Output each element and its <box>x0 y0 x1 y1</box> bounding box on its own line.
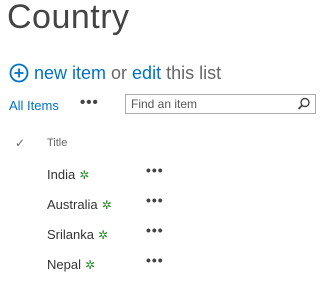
search-icon[interactable] <box>297 97 311 111</box>
new-item-badge-icon: ✲ <box>84 258 96 272</box>
item-title-link[interactable]: India <box>47 166 75 184</box>
item-title-link[interactable]: Nepal <box>47 256 81 274</box>
page-title: Country <box>7 0 130 36</box>
new-item-badge-icon: ✲ <box>97 228 109 242</box>
item-title-link[interactable]: Australia <box>47 196 98 214</box>
list-item[interactable]: Australia ✲ ••• <box>0 192 330 216</box>
or-text: or <box>111 62 128 83</box>
search-box <box>125 94 316 114</box>
view-all-items[interactable]: All Items <box>9 98 59 113</box>
list-page: Country new item or edit this list All I… <box>0 0 330 303</box>
new-item-link[interactable]: new item <box>34 63 106 84</box>
column-header-title[interactable]: Title <box>47 137 67 149</box>
this-list-text: this list <box>166 62 222 83</box>
select-all-checkmark-icon[interactable]: ✓ <box>15 136 25 150</box>
item-menu-ellipsis[interactable]: ••• <box>146 222 164 238</box>
search-input[interactable] <box>126 97 291 111</box>
item-menu-ellipsis[interactable]: ••• <box>146 162 164 178</box>
edit-list-link[interactable]: edit <box>132 63 161 84</box>
add-item-bar: new item or edit this list <box>9 60 221 86</box>
item-menu-ellipsis[interactable]: ••• <box>146 252 164 268</box>
list-item[interactable]: India ✲ ••• <box>0 162 330 186</box>
view-more-ellipsis[interactable]: ••• <box>80 94 99 111</box>
item-title-link[interactable]: Srilanka <box>47 226 94 244</box>
list-header: ✓ Title <box>0 136 330 152</box>
item-menu-ellipsis[interactable]: ••• <box>146 192 164 208</box>
new-item-badge-icon: ✲ <box>101 198 112 212</box>
list-item[interactable]: Nepal ✲ ••• <box>0 252 330 276</box>
new-item-badge-icon: ✲ <box>79 168 90 182</box>
views-bar: All Items ••• <box>9 94 330 118</box>
list-item[interactable]: Srilanka ✲ ••• <box>0 222 330 246</box>
plus-circle-icon[interactable] <box>9 63 29 83</box>
